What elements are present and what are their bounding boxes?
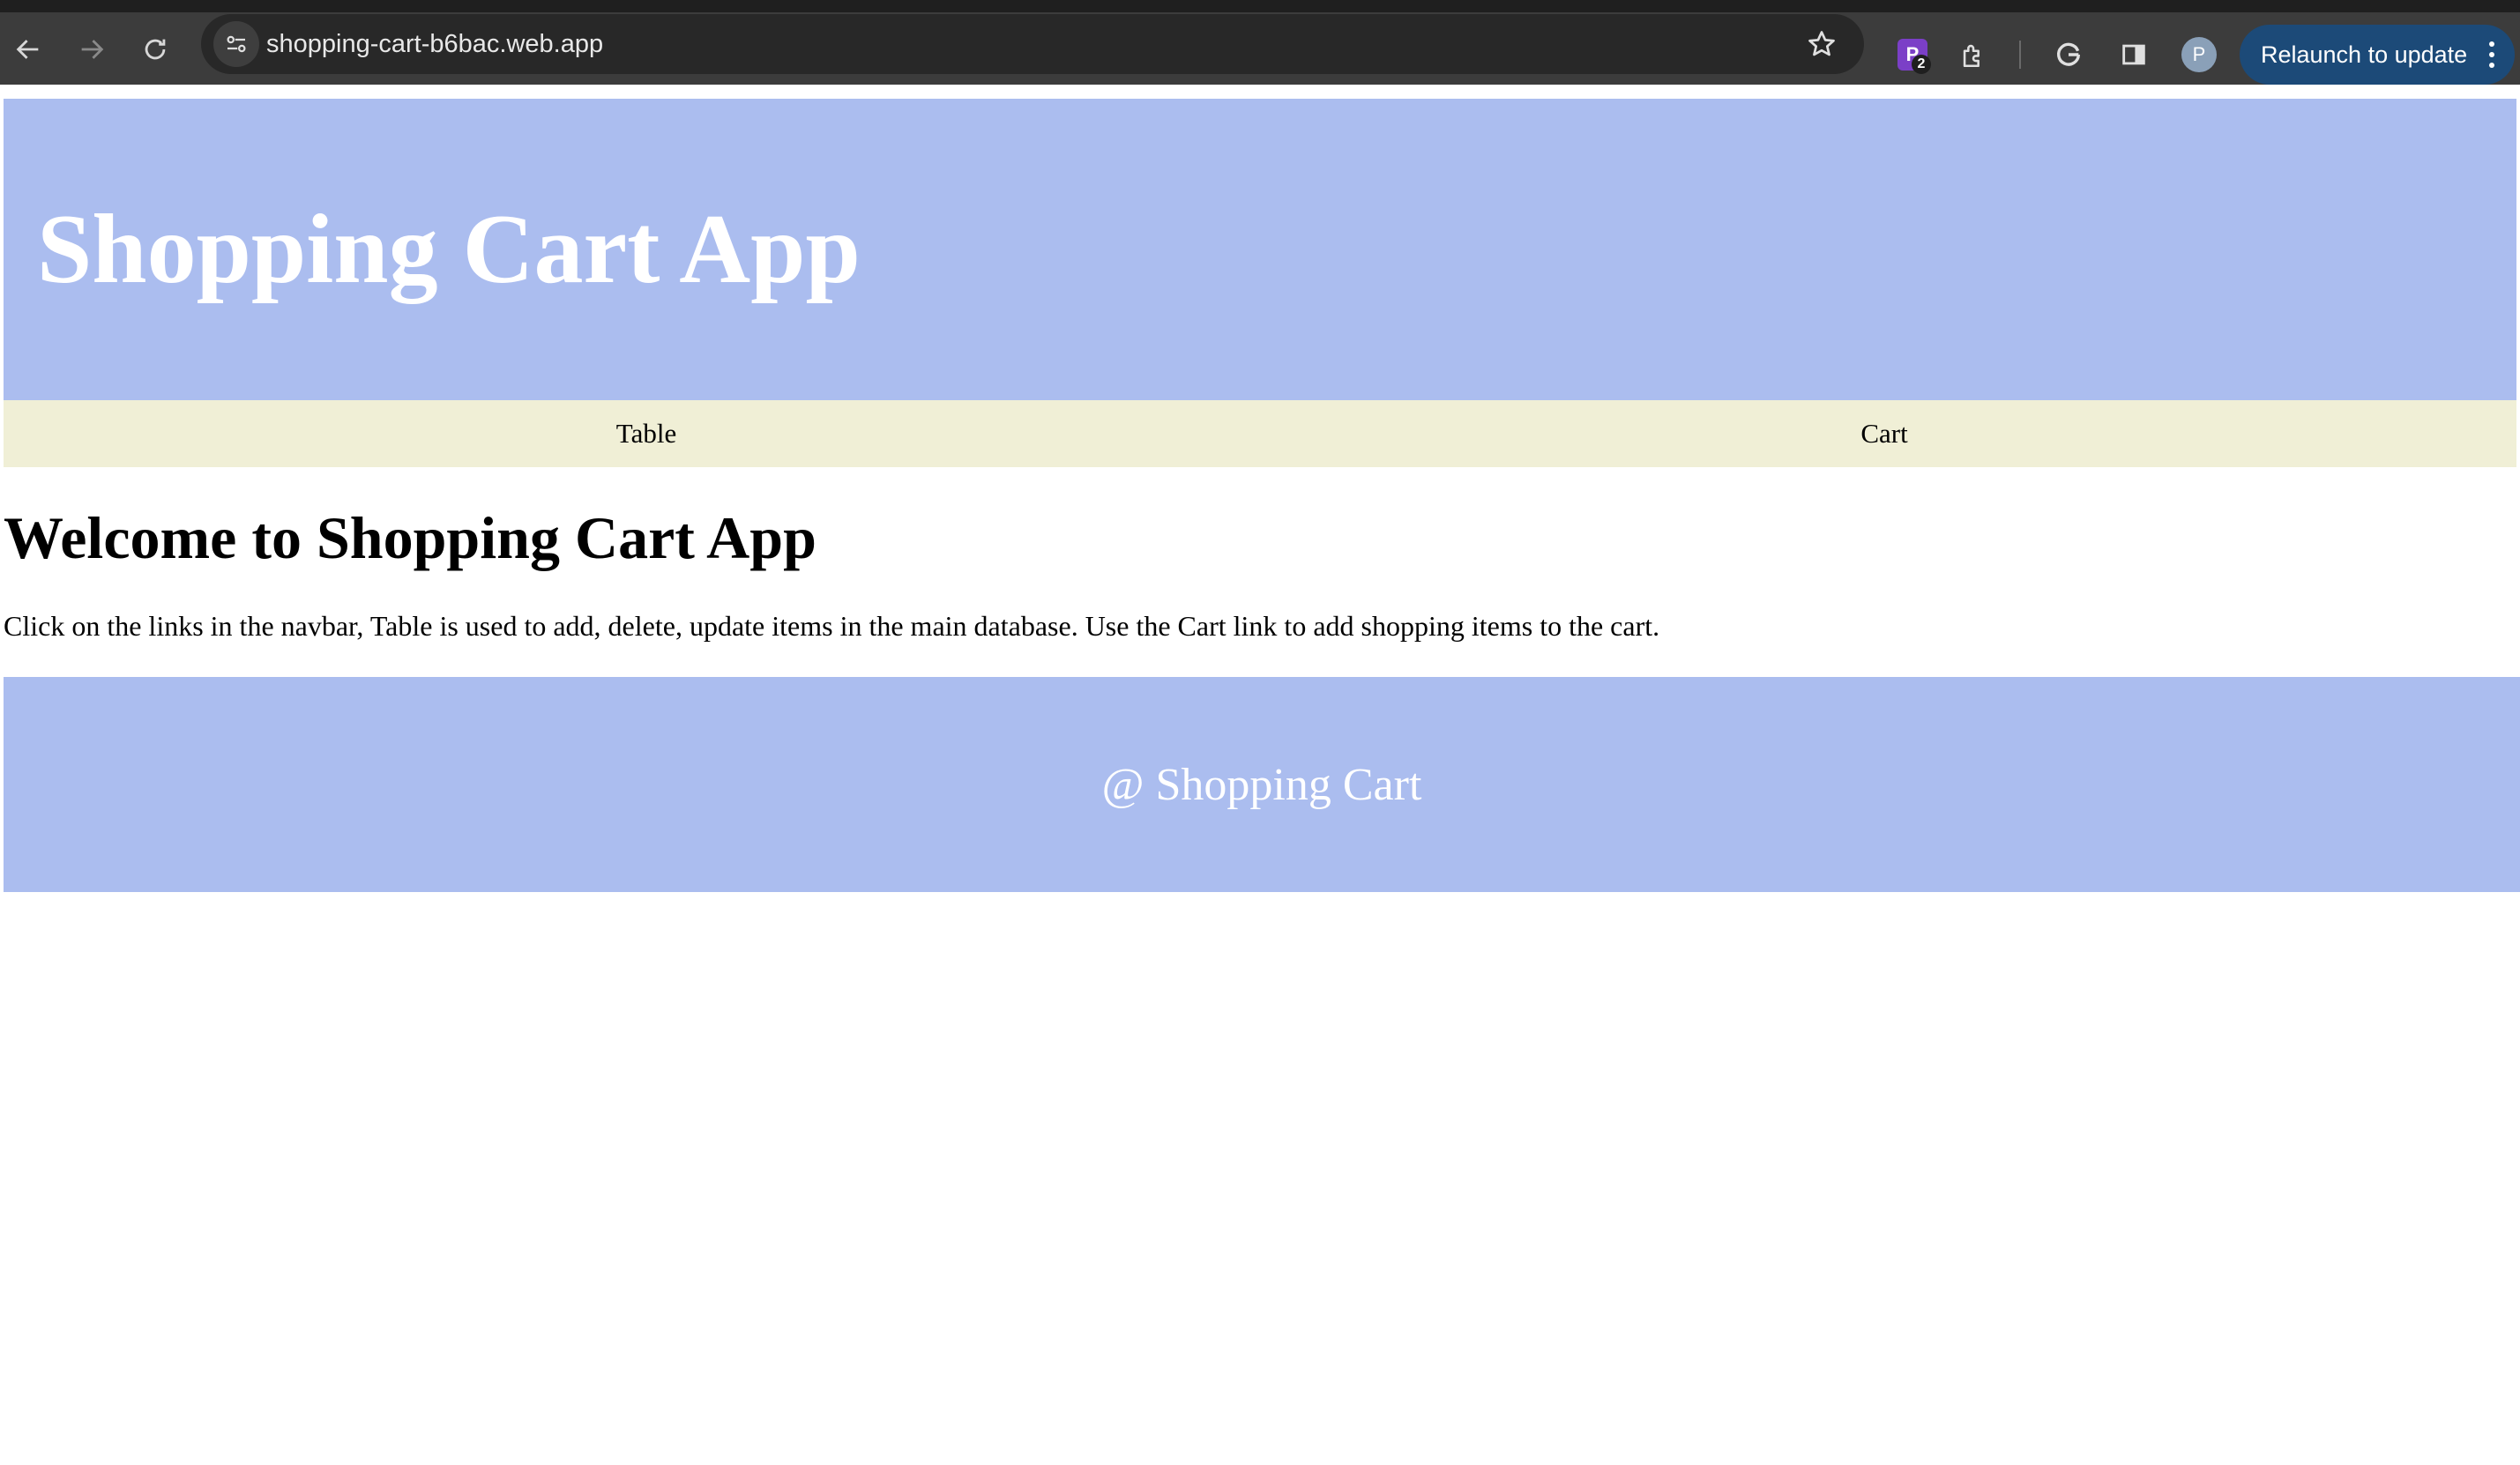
page-title: Shopping Cart App — [37, 195, 861, 304]
welcome-heading: Welcome to Shopping Cart App — [4, 504, 816, 571]
google-icon — [2057, 42, 2081, 66]
address-bar[interactable]: shopping-cart-b6bac.web.app — [201, 14, 1864, 74]
forward-button[interactable] — [67, 25, 116, 74]
nav-link-table[interactable]: Table — [4, 400, 1289, 467]
extension-badge: 2 — [1912, 55, 1931, 74]
bookmark-star-button[interactable] — [1804, 26, 1839, 62]
footer-text: @ Shopping Cart — [1101, 759, 1422, 810]
star-icon — [1808, 31, 1835, 56]
back-arrow-icon — [16, 40, 39, 59]
relaunch-label: Relaunch to update — [2261, 41, 2468, 68]
toolbar-separator — [2019, 41, 2021, 69]
browser-toolbar: shopping-cart-b6bac.web.app P 2 P Relaun… — [0, 0, 2520, 85]
side-panel-icon — [2122, 44, 2145, 65]
forward-arrow-icon — [81, 40, 104, 59]
page-footer: @ Shopping Cart — [4, 677, 2520, 892]
reload-icon — [145, 39, 166, 60]
navbar: Table Cart — [4, 400, 2516, 467]
more-vert-icon[interactable] — [2483, 39, 2501, 71]
page-header: Shopping Cart App — [4, 99, 2516, 400]
extensions-button[interactable] — [1952, 33, 1994, 76]
extension-puzzle-icon — [1963, 44, 1979, 68]
back-button[interactable] — [4, 25, 53, 74]
site-settings-icon — [227, 35, 246, 53]
relaunch-button[interactable]: Relaunch to update — [2240, 25, 2515, 85]
profile-avatar[interactable]: P — [2181, 37, 2217, 72]
nav-link-cart[interactable]: Cart — [1289, 400, 2479, 467]
side-panel-button[interactable] — [2113, 33, 2155, 76]
intro-text: Click on the links in the navbar, Table … — [4, 610, 1660, 642]
reload-button[interactable] — [130, 25, 180, 74]
address-url[interactable]: shopping-cart-b6bac.web.app — [266, 14, 603, 74]
site-settings-button[interactable] — [213, 21, 259, 67]
google-button[interactable] — [2047, 33, 2090, 76]
